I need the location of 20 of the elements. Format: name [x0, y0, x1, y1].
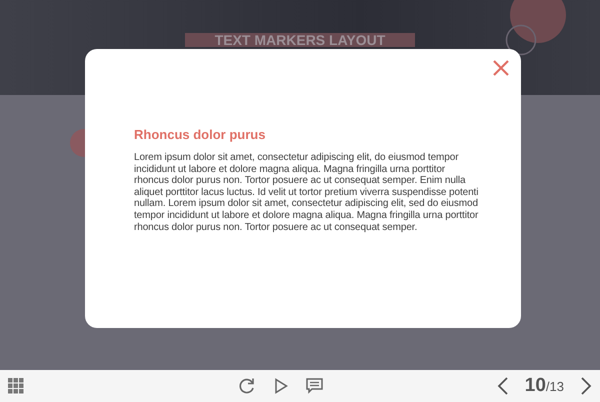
comment-icon — [306, 378, 323, 394]
play-button[interactable] — [274, 378, 288, 394]
chevron-right-icon — [580, 377, 592, 395]
replay-button[interactable] — [238, 377, 256, 395]
chevron-left-icon — [496, 377, 509, 395]
comment-button[interactable] — [306, 378, 323, 394]
previous-button[interactable] — [496, 377, 509, 395]
menu-button[interactable] — [8, 378, 24, 394]
current-page: 10 — [524, 375, 546, 396]
close-button[interactable] — [492, 59, 510, 77]
play-icon — [274, 378, 288, 394]
circles-drawing — [505, 0, 567, 56]
popup-heading: Rhoncus dolor purus — [134, 127, 266, 142]
slide-title: TEXT MARKERS LAYOUT — [185, 33, 415, 47]
reload-icon — [238, 377, 256, 395]
page-total: /13 — [546, 379, 564, 394]
close-icon — [492, 59, 510, 77]
next-button[interactable] — [580, 377, 592, 395]
grid-icon — [8, 378, 24, 394]
popup-text: Lorem ipsum dolor sit amet, consectetur adipiscing elit, do eiusmod tempor incididunt ut labore et dolore magna aliqua. Magna fringilla urna porttitor rhoncus dolor purus non. Tortor posuere ac ut consequat semper. Enim nulla aliquet porttitor lacus luctus. Id velit ut tortor pretium viverra suspendisse potenti nullam. Lorem ipsum dolor sit amet, consectetur adipiscing elit, sed do eiusmod tempor incididunt ut labore et dolore magna aliqua. Magna fringilla urna porttitor rhoncus dolor purus non. Tortor posuere ac ut consequat semper. — [134, 152, 480, 234]
